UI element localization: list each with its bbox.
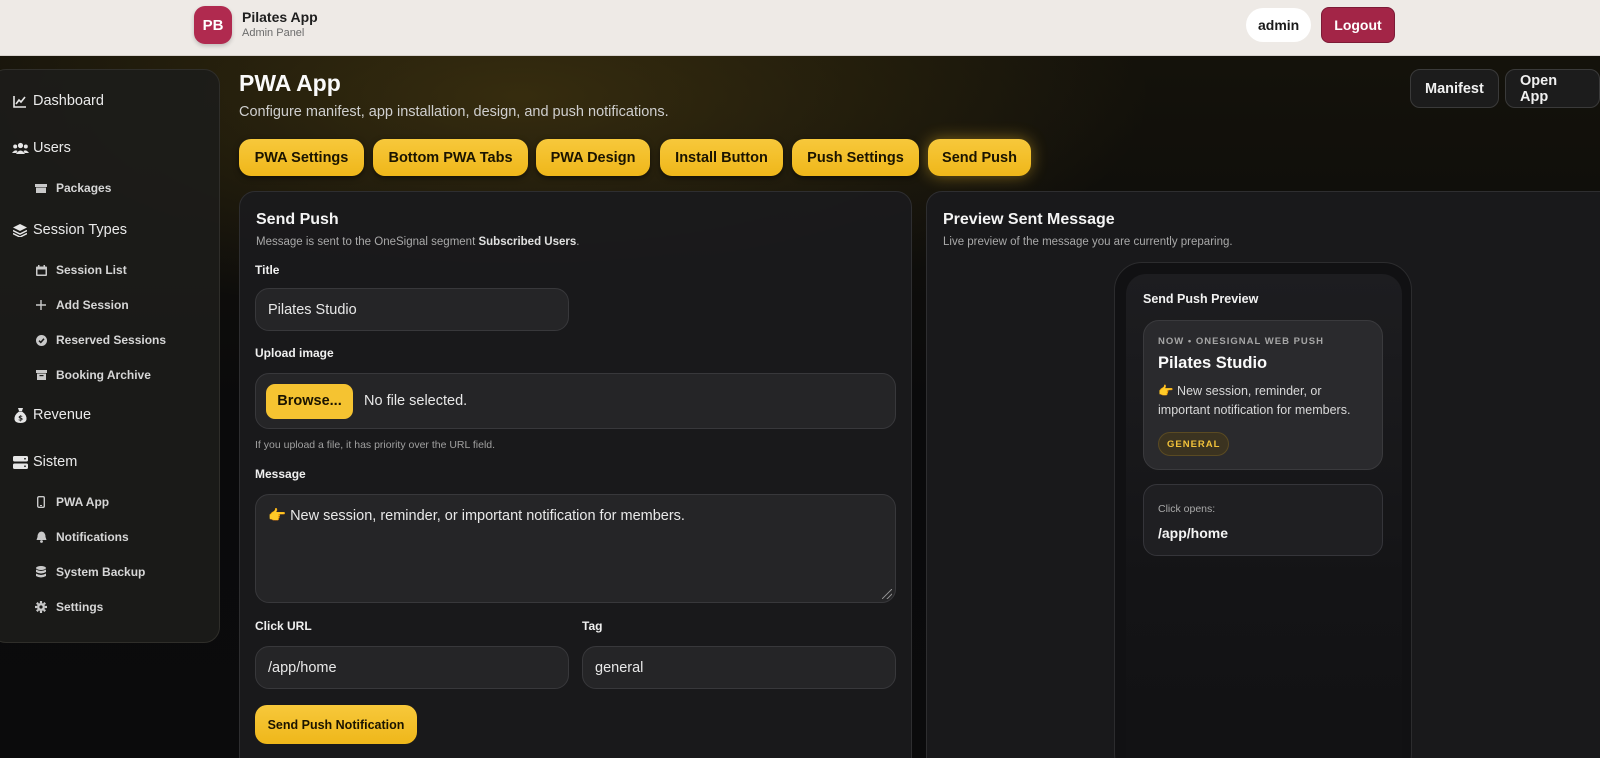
browse-button[interactable]: Browse... (266, 383, 353, 419)
phone-screen: Send Push Preview NOW • ONESIGNAL WEB PU… (1126, 274, 1402, 758)
database-icon (34, 566, 48, 578)
bell-icon (34, 531, 48, 543)
message-text: 👉 New session, reminder, or important no… (268, 508, 685, 524)
segment-name: Subscribed Users (478, 236, 577, 248)
sidebar-item-label: Booking Archive (56, 368, 151, 382)
sidebar-item-session-types[interactable]: Session Types (11, 222, 127, 238)
notification-body: 👉 New session, reminder, or important no… (1158, 384, 1351, 417)
sidebar-item-label: Add Session (56, 298, 129, 312)
check-circle-icon (34, 334, 48, 346)
sidebar-item-label: Session Types (33, 222, 128, 238)
send-push-notification-button[interactable]: Send Push Notification (255, 705, 417, 744)
money-bag-icon: $ (11, 407, 29, 423)
tag-input[interactable]: general (582, 646, 896, 689)
page-title: PWA App (239, 70, 341, 96)
server-icon (11, 455, 29, 469)
tab-push-settings[interactable]: Push Settings (792, 139, 919, 176)
page-subtitle: Configure manifest, app installation, de… (239, 104, 669, 120)
tab-pwa-settings[interactable]: PWA Settings (239, 139, 364, 176)
notification-tag-badge: GENERAL (1158, 432, 1230, 456)
sidebar-item-label: Packages (56, 181, 112, 195)
layers-icon (11, 223, 29, 237)
sidebar-item-notifications[interactable]: Notifications (34, 530, 129, 544)
sidebar-item-label: Users (33, 140, 71, 156)
notification-title: Pilates Studio (1158, 354, 1268, 372)
phone-mockup: Send Push Preview NOW • ONESIGNAL WEB PU… (1114, 262, 1412, 758)
title-input[interactable]: Pilates Studio (255, 288, 569, 331)
resize-handle-icon[interactable] (882, 589, 892, 599)
logout-button[interactable]: Logout (1321, 7, 1395, 43)
manifest-button[interactable]: Manifest (1410, 69, 1499, 108)
users-icon (11, 142, 29, 155)
svg-text:$: $ (18, 414, 23, 422)
click-url-label: Click URL (255, 619, 312, 633)
sidebar-item-label: PWA App (56, 495, 110, 509)
sidebar-item-session-list[interactable]: Session List (34, 263, 127, 277)
brand-logo: PB (194, 6, 232, 44)
sidebar-item-label: Revenue (33, 407, 92, 423)
open-app-button[interactable]: Open App (1505, 69, 1600, 108)
title-label: Title (255, 263, 280, 277)
app-subtitle: Admin Panel (242, 27, 305, 39)
box-icon (34, 183, 48, 193)
sidebar-item-settings[interactable]: Settings (34, 600, 103, 614)
click-opens-url: /app/home (1158, 525, 1229, 541)
send-push-description: Message is sent to the OneSignal segment… (256, 236, 580, 248)
tab-install-button[interactable]: Install Button (660, 139, 783, 176)
top-bar: PB Pilates App Admin Panel admin Logout (0, 0, 1600, 56)
chart-line-icon (11, 95, 29, 108)
upload-image-label: Upload image (255, 346, 334, 360)
brand[interactable]: PB Pilates App Admin Panel (194, 6, 318, 44)
sidebar-item-label: Dashboard (33, 93, 104, 109)
plus-icon (34, 300, 48, 310)
upload-hint: If you upload a file, it has priority ov… (255, 439, 496, 451)
sidebar: Dashboard Users Packages Session Types S… (0, 69, 220, 643)
tab-pwa-design[interactable]: PWA Design (536, 139, 650, 176)
notification-meta: NOW • ONESIGNAL WEB PUSH (1158, 336, 1324, 347)
sidebar-item-reserved-sessions[interactable]: Reserved Sessions (34, 333, 166, 347)
sidebar-item-booking-archive[interactable]: Booking Archive (34, 368, 151, 382)
sidebar-item-label: Sistem (33, 454, 78, 470)
gear-icon (34, 601, 48, 613)
phone-preview-title: Send Push Preview (1143, 292, 1259, 306)
sidebar-item-label: Session List (56, 263, 127, 277)
file-status: No file selected. (364, 393, 468, 409)
sidebar-item-sistem[interactable]: Sistem (11, 454, 77, 470)
preview-title: Preview Sent Message (943, 211, 1115, 228)
mobile-icon (34, 496, 48, 508)
user-badge[interactable]: admin (1246, 8, 1312, 42)
push-notification-preview: NOW • ONESIGNAL WEB PUSH Pilates Studio … (1143, 320, 1383, 470)
message-label: Message (255, 467, 306, 481)
preview-subtitle: Live preview of the message you are curr… (943, 236, 1233, 248)
archive-icon (34, 370, 48, 380)
sidebar-item-add-session[interactable]: Add Session (34, 298, 129, 312)
tab-send-push[interactable]: Send Push (928, 139, 1031, 176)
upload-image-field[interactable]: Browse... No file selected. (255, 373, 896, 429)
send-push-title: Send Push (256, 211, 339, 228)
sidebar-item-label: Notifications (56, 530, 129, 544)
tag-label: Tag (582, 619, 603, 633)
sidebar-item-dashboard[interactable]: Dashboard (11, 93, 104, 109)
app-name: Pilates App (242, 9, 318, 25)
click-url-input[interactable]: /app/home (255, 646, 569, 689)
click-opens-card: Click opens: /app/home (1143, 484, 1383, 556)
calendar-icon (34, 264, 48, 276)
sidebar-item-label: Settings (56, 600, 104, 614)
click-opens-label: Click opens: (1158, 503, 1216, 515)
sidebar-item-revenue[interactable]: $ Revenue (11, 407, 91, 423)
sidebar-item-label: System Backup (56, 565, 146, 579)
message-textarea[interactable]: 👉 New session, reminder, or important no… (255, 494, 896, 603)
sidebar-item-pwa-app[interactable]: PWA App (34, 495, 109, 509)
sidebar-item-label: Reserved Sessions (56, 333, 167, 347)
sidebar-item-system-backup[interactable]: System Backup (34, 565, 145, 579)
sidebar-item-packages[interactable]: Packages (34, 181, 111, 195)
sidebar-item-users[interactable]: Users (11, 140, 71, 156)
tab-bottom-pwa-tabs[interactable]: Bottom PWA Tabs (373, 139, 528, 176)
